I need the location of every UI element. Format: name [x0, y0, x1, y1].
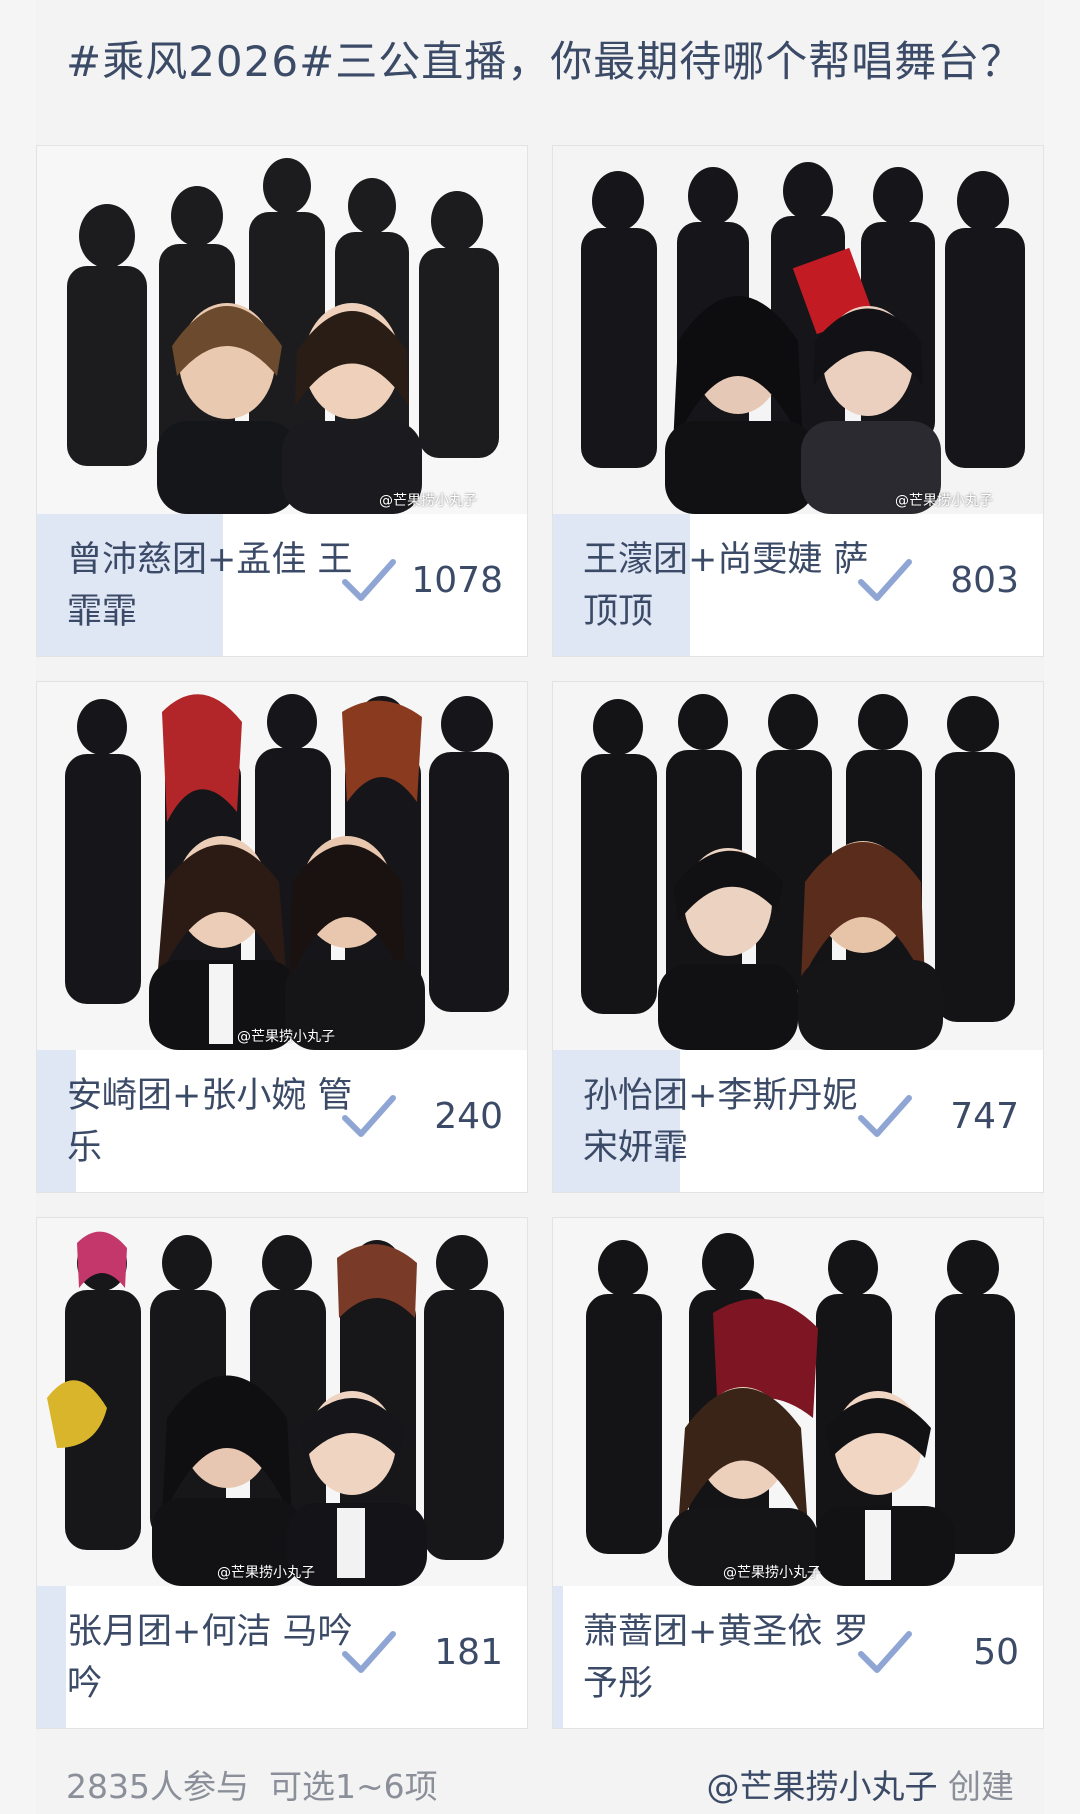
- vote-count: 50: [973, 1632, 1019, 1673]
- created-label: 创建: [948, 1767, 1014, 1806]
- check-icon: [342, 1631, 396, 1673]
- watermark: @芒果捞小丸子: [217, 1565, 315, 1581]
- watermark: @芒果捞小丸子: [723, 1565, 821, 1581]
- vote-count: 181: [434, 1632, 503, 1673]
- poll-option[interactable]: @芒果捞小丸子 张月团+何洁 马吟吟 181: [36, 1217, 528, 1729]
- option-label: 曾沛慈团+孟佳 王霏霏: [67, 540, 353, 632]
- poll-option[interactable]: @芒果捞小丸子 王濛团+尚雯婕 萨顶顶 803: [552, 145, 1044, 657]
- check-icon: [858, 559, 912, 601]
- option-image: @芒果捞小丸子: [37, 1218, 527, 1586]
- option-image: @芒果捞小丸子: [37, 682, 527, 1050]
- participant-count: 2835人参与: [66, 1767, 249, 1806]
- vote-share-fill: [37, 1586, 67, 1728]
- option-label: 王濛团+尚雯婕 萨顶顶: [583, 540, 869, 632]
- poll-options-grid: @芒果捞小丸子 曾沛慈团+孟佳 王霏霏 1078 @芒果捞小丸子 王濛团+尚雯婕…: [36, 145, 1044, 1730]
- option-image: @芒果捞小丸子: [553, 146, 1043, 514]
- selectable-hint: 可选1~6项: [268, 1767, 438, 1806]
- check-icon: [858, 1631, 912, 1673]
- vote-count: 1078: [411, 560, 503, 601]
- watermark: @芒果捞小丸子: [895, 493, 993, 509]
- poll-option[interactable]: @芒果捞小丸子 曾沛慈团+孟佳 王霏霏 1078: [36, 145, 528, 657]
- check-icon: [342, 1095, 396, 1137]
- poll-option[interactable]: 孙怡团+李斯丹妮 宋妍霏 747: [552, 681, 1044, 1193]
- option-label: 安崎团+张小婉 管乐: [67, 1076, 353, 1168]
- poll-option[interactable]: @芒果捞小丸子 安崎团+张小婉 管乐 240: [36, 681, 528, 1193]
- poll-option[interactable]: @芒果捞小丸子 萧蔷团+黄圣依 罗予彤 50: [552, 1217, 1044, 1729]
- watermark: @芒果捞小丸子: [379, 493, 477, 509]
- vote-count: 747: [950, 1096, 1019, 1137]
- poll-footer-info: 2835人参与 可选1~6项: [66, 1760, 458, 1808]
- watermark: @芒果捞小丸子: [237, 1029, 335, 1045]
- option-label: 萧蔷团+黄圣依 罗予彤: [583, 1612, 869, 1704]
- check-icon: [858, 1095, 912, 1137]
- option-label: 孙怡团+李斯丹妮 宋妍霏: [583, 1076, 858, 1168]
- option-image: [553, 682, 1043, 1050]
- option-image: @芒果捞小丸子: [553, 1218, 1043, 1586]
- poll-creator: @芒果捞小丸子 创建: [707, 1760, 1015, 1808]
- poll-title: #乘风2026#三公直播，你最期待哪个帮唱舞台？: [66, 37, 1024, 86]
- vote-count: 240: [434, 1096, 503, 1137]
- poll-card: #乘风2026#三公直播，你最期待哪个帮唱舞台？ @芒果捞小丸子 曾沛慈团+孟佳…: [36, 0, 1044, 1814]
- vote-count: 803: [950, 560, 1019, 601]
- option-label: 张月团+何洁 马吟吟: [67, 1612, 353, 1704]
- check-icon: [342, 559, 396, 601]
- option-image: @芒果捞小丸子: [37, 146, 527, 514]
- creator-link[interactable]: @芒果捞小丸子: [707, 1767, 938, 1806]
- vote-share-fill: [553, 1586, 563, 1728]
